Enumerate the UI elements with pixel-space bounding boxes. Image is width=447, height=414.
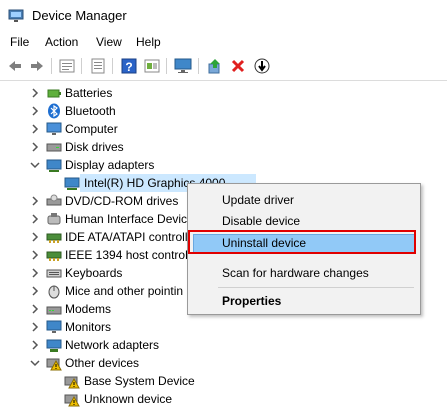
forward-arrow-icon[interactable]	[28, 57, 46, 75]
chevron-right-icon[interactable]	[30, 87, 40, 99]
toolbar-separator	[198, 58, 199, 74]
device-manager-icon	[8, 9, 24, 22]
tree-item-disk-drives[interactable]: Disk drives	[0, 138, 447, 156]
display-adapter-icon	[64, 177, 80, 190]
menu-bar: File Action View Help	[0, 32, 447, 52]
display-adapter-icon	[46, 159, 62, 172]
battery-icon	[47, 89, 61, 98]
chevron-right-icon[interactable]	[30, 321, 40, 333]
tree-item-label: Disk drives	[65, 140, 124, 154]
chevron-right-icon[interactable]	[30, 123, 40, 135]
chevron-right-icon[interactable]	[30, 303, 40, 315]
controller-icon	[46, 251, 62, 261]
chevron-right-icon[interactable]	[30, 105, 40, 117]
svg-text:?: ?	[125, 60, 132, 74]
monitor-icon	[46, 320, 62, 333]
tree-item-label: Network adapters	[65, 338, 160, 352]
menu-separator	[218, 287, 414, 288]
network-adapter-icon	[46, 339, 62, 352]
chevron-right-icon[interactable]	[30, 339, 40, 351]
toolbar-separator	[51, 58, 52, 74]
chevron-right-icon[interactable]	[30, 141, 40, 153]
toolbar-separator	[81, 58, 82, 74]
menu-action[interactable]: Action	[45, 35, 78, 49]
menu-uninstall-device[interactable]: Uninstall device	[222, 236, 306, 250]
chevron-right-icon[interactable]	[30, 249, 40, 261]
warning-device-icon	[64, 394, 80, 407]
tree-item-computer[interactable]: Computer	[0, 120, 447, 138]
chevron-right-icon[interactable]	[30, 231, 40, 243]
tree-item-display-adapters[interactable]: Display adapters	[0, 156, 447, 174]
view-icon[interactable]	[89, 57, 107, 75]
monitor-icon[interactable]	[174, 57, 192, 75]
uninstall-x-icon[interactable]	[229, 57, 247, 75]
warning-device-icon	[64, 376, 80, 389]
chevron-down-icon[interactable]	[30, 159, 40, 171]
tree-item-label: IEEE 1394 host controlle	[65, 248, 198, 262]
chevron-right-icon[interactable]	[30, 285, 40, 297]
download-arrow-icon[interactable]	[253, 57, 271, 75]
tree-item-label: Display adapters	[65, 158, 155, 172]
tree-item-label: Bluetooth	[65, 104, 116, 118]
tree-item-label: Batteries	[65, 86, 113, 100]
tree-item-label: Other devices	[65, 356, 140, 370]
menu-properties[interactable]: Properties	[222, 294, 281, 308]
menu-disable-device[interactable]: Disable device	[222, 214, 300, 228]
chevron-right-icon[interactable]	[30, 195, 40, 207]
computer-icon	[46, 122, 62, 135]
mouse-icon	[48, 285, 60, 299]
bluetooth-icon	[48, 103, 60, 119]
help-icon[interactable]: ?	[120, 57, 138, 75]
tree-item-label: Modems	[65, 302, 112, 316]
tree-item-unknown-device[interactable]: Unknown device	[0, 390, 447, 408]
tree-item-base-system-device[interactable]: Base System Device	[0, 372, 447, 390]
tree-item-monitors[interactable]: Monitors	[0, 318, 447, 336]
tree-item-label: Base System Device	[84, 374, 195, 388]
tree-item-label: Keyboards	[65, 266, 123, 280]
menu-help[interactable]: Help	[136, 35, 161, 49]
menu-scan-hardware[interactable]: Scan for hardware changes	[222, 266, 369, 280]
title-bar: Device Manager	[0, 0, 447, 33]
chevron-down-icon[interactable]	[30, 357, 40, 369]
tree-item-label: Monitors	[65, 320, 112, 334]
properties-icon[interactable]	[58, 57, 76, 75]
hid-icon	[47, 213, 61, 225]
tree-item-bluetooth[interactable]: Bluetooth	[0, 102, 447, 120]
controller-icon	[46, 233, 62, 243]
toolbar-separator	[166, 58, 167, 74]
window-title: Device Manager	[32, 8, 127, 23]
tree-item-label: Mice and other pointin	[65, 284, 184, 298]
toolbar-separator	[112, 58, 113, 74]
scan-icon[interactable]	[143, 57, 161, 75]
disk-drive-icon	[46, 143, 62, 152]
toolbar: ?	[0, 52, 447, 81]
chevron-right-icon[interactable]	[30, 213, 40, 225]
menu-update-driver[interactable]: Update driver	[222, 193, 294, 207]
chevron-right-icon[interactable]	[30, 267, 40, 279]
menu-file[interactable]: File	[10, 35, 29, 49]
tree-item-label: Human Interface Devic	[65, 212, 188, 226]
update-driver-icon[interactable]	[206, 57, 224, 75]
tree-item-network-adapters[interactable]: Network adapters	[0, 336, 447, 354]
tree-item-other-devices[interactable]: Other devices	[0, 354, 447, 372]
back-arrow-icon[interactable]	[6, 57, 24, 75]
tree-item-batteries[interactable]: Batteries	[0, 84, 447, 102]
modem-icon	[46, 306, 62, 315]
keyboard-icon	[46, 269, 62, 278]
context-menu: Update driver Disable device Uninstall d…	[187, 183, 421, 315]
menu-view[interactable]: View	[96, 35, 122, 49]
tree-item-label: IDE ATA/ATAPI controll	[65, 230, 188, 244]
tree-item-label: Computer	[65, 122, 118, 136]
dvd-drive-icon	[46, 194, 62, 206]
warning-device-icon	[46, 358, 62, 371]
tree-item-label: Unknown device	[84, 392, 173, 406]
tree-item-label: DVD/CD-ROM drives	[65, 194, 179, 208]
